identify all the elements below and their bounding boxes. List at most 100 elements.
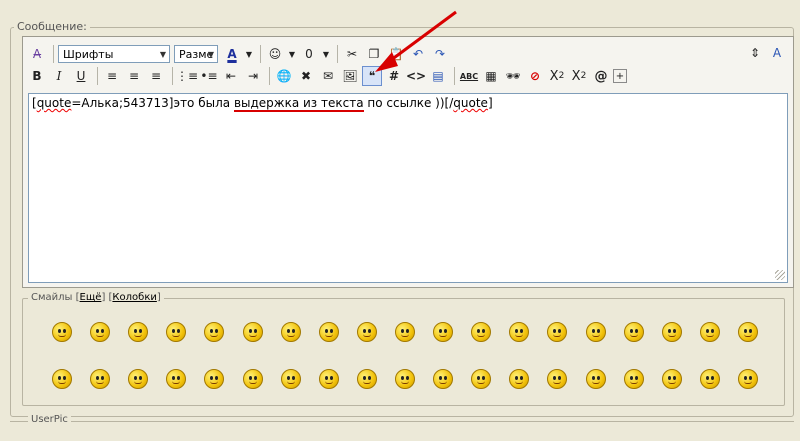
smiley-icon[interactable] [623, 322, 644, 342]
smiley-icon[interactable] [318, 369, 339, 389]
smiley-mouth [439, 334, 448, 337]
smiley-mouth [629, 334, 638, 337]
toolbar-row-2: B I U ≡ ≡ ≡ ⋮≡ •≡ ⇤ ⇥ 🌐 ✖ ✉ 🖼 ❝ # <> ▤ A… [27, 65, 629, 87]
toolbar-separator [53, 45, 54, 63]
font-select[interactable]: Шрифты ▼ [58, 45, 170, 63]
text-segment: ] [487, 96, 493, 110]
message-legend: Сообщение: [14, 20, 90, 33]
smiley-mouth [667, 381, 676, 384]
smiley-icon[interactable] [242, 322, 263, 342]
align-left-icon[interactable]: ≡ [102, 66, 122, 86]
smiley-mouth [210, 334, 219, 337]
link-icon[interactable]: 🌐 [274, 66, 294, 86]
smiley-mouth [362, 334, 371, 337]
cut-icon[interactable]: ✂ [342, 44, 362, 64]
smiley-icon[interactable] [433, 322, 454, 342]
redo-icon[interactable]: ↷ [430, 44, 450, 64]
code-icon[interactable]: <> [406, 66, 426, 86]
toolbar-separator [260, 45, 261, 63]
resize-vertical-icon[interactable]: ⇕ [745, 43, 765, 63]
ordered-list-icon[interactable]: ⋮≡ [176, 66, 198, 86]
smiley-icon[interactable] [356, 369, 377, 389]
no-icon[interactable]: ⊘ [525, 66, 545, 86]
toolbar-separator [269, 67, 270, 85]
hash-icon[interactable]: # [384, 66, 404, 86]
smiley-mouth [439, 381, 448, 384]
spellcheck-icon[interactable]: ABC [459, 66, 479, 86]
superscript-icon[interactable]: X2 [569, 66, 589, 86]
smiley-icon[interactable] [433, 369, 454, 389]
smiley-mouth [744, 334, 752, 337]
smiley-icon[interactable] [661, 369, 682, 389]
underline-icon[interactable]: U [71, 66, 91, 86]
php-icon[interactable]: ▤ [428, 66, 448, 86]
smiley-mouth [401, 334, 409, 337]
italic-icon[interactable]: I [49, 66, 69, 86]
align-right-icon[interactable]: ≡ [146, 66, 166, 86]
undo-icon[interactable]: ↶ [408, 44, 428, 64]
at-icon[interactable]: @ [591, 66, 611, 86]
unordered-list-icon[interactable]: •≡ [199, 66, 219, 86]
image-icon[interactable]: 🖼 [340, 66, 360, 86]
kolobki-link[interactable]: Колобки [112, 292, 156, 303]
copy-icon[interactable]: ❐ [364, 44, 384, 64]
subscript-icon[interactable]: X2 [547, 66, 567, 86]
smiley-icon[interactable] [90, 369, 111, 389]
smiley-mouth [515, 381, 524, 384]
expand-icon[interactable]: + [613, 69, 627, 83]
smiley-icon[interactable] [52, 369, 72, 389]
smiley-mouth [324, 381, 333, 384]
quote-icon[interactable]: ❝ [362, 66, 382, 86]
resize-grip[interactable] [775, 270, 785, 280]
smiley-mouth [324, 334, 333, 337]
smiley-icon[interactable] [699, 369, 720, 389]
email-icon[interactable]: ✉ [318, 66, 338, 86]
smiley-mouth [210, 381, 219, 384]
smiley-icon[interactable] [661, 322, 682, 342]
toolbar-separator [337, 45, 338, 63]
smiley-icon[interactable] [585, 322, 606, 342]
smiley-mouth [553, 334, 562, 337]
smiley-mouth [58, 381, 66, 384]
font-color-dropdown-icon[interactable]: ▼ [244, 44, 254, 64]
switch-mode-icon[interactable]: A [767, 43, 787, 63]
align-center-icon[interactable]: ≡ [124, 66, 144, 86]
highlighted-text: выдержка из текста [233, 96, 364, 112]
smiley-icon[interactable] [280, 369, 301, 389]
attach-dropdown-icon[interactable]: ▼ [321, 44, 331, 64]
smiley-icon[interactable] [356, 322, 377, 342]
text-segment: =Алька;543713]это была [71, 96, 234, 110]
smiley-icon[interactable] [242, 369, 263, 389]
smiley-icon[interactable] [738, 322, 758, 342]
smiley-icon[interactable] [52, 322, 72, 342]
smiley-icon[interactable] [318, 322, 339, 342]
smiley-icon[interactable] [699, 322, 720, 342]
unlink-icon[interactable]: ✖ [296, 66, 316, 86]
smiley-icon[interactable] [585, 369, 606, 389]
attach-icon[interactable]: 0 [299, 44, 319, 64]
size-select[interactable]: Разме ▼ [174, 45, 218, 63]
smilies-dropdown-icon[interactable]: ▼ [287, 44, 297, 64]
message-textarea[interactable]: [quote=Алька;543713]это была выдержка из… [28, 93, 788, 283]
paste-icon[interactable]: 📋 [386, 44, 406, 64]
smiley-icon[interactable] [738, 369, 758, 389]
smiley-mouth [286, 334, 295, 337]
smiley-mouth [667, 334, 676, 337]
outdent-icon[interactable]: ⇤ [221, 66, 241, 86]
smiley-icon[interactable] [395, 322, 415, 342]
more-smilies-link[interactable]: Ещё [80, 292, 102, 303]
smiley-icon[interactable] [623, 369, 644, 389]
smiley-mouth [705, 334, 714, 337]
indent-icon[interactable]: ⇥ [243, 66, 263, 86]
smilies-icon[interactable]: ☺ [265, 44, 285, 64]
table-icon[interactable]: ▦ [481, 66, 501, 86]
smiley-icon[interactable] [395, 369, 415, 389]
smiley-mouth [401, 381, 409, 384]
bold-icon[interactable]: B [27, 66, 47, 86]
spy-icon[interactable]: 🕶 [503, 66, 523, 86]
smiley-icon[interactable] [280, 322, 301, 342]
font-color-icon[interactable]: A [222, 44, 242, 64]
smiley-icon[interactable] [90, 322, 111, 342]
remove-format-icon[interactable]: A̶ [27, 44, 47, 64]
smiley-mouth [248, 381, 257, 384]
